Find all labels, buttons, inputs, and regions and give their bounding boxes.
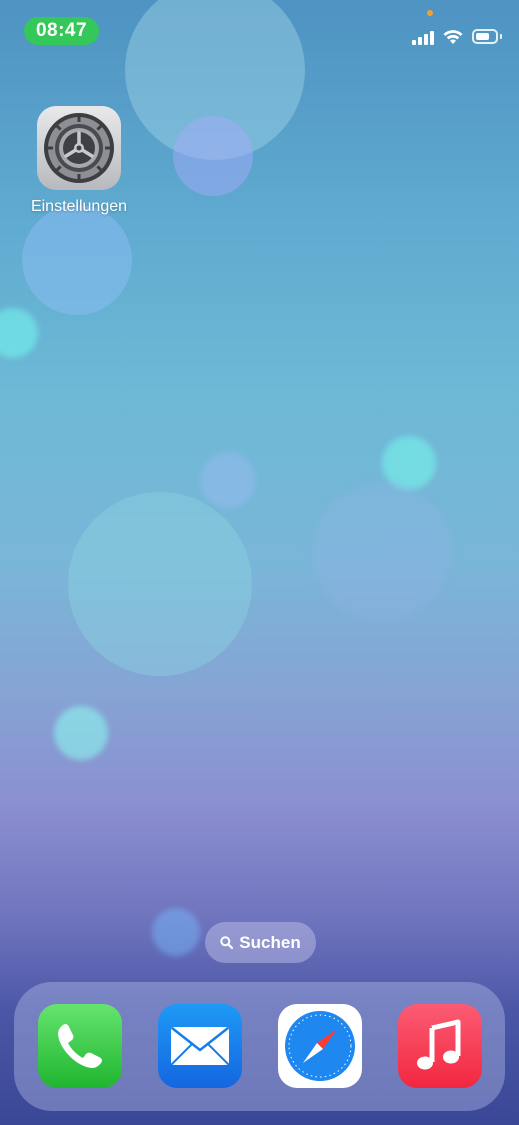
battery-cap — [500, 34, 502, 39]
wallpaper-bokeh — [22, 205, 132, 315]
wallpaper-bokeh — [382, 436, 436, 490]
battery-level — [476, 33, 489, 40]
wifi-icon — [443, 30, 463, 44]
status-bar: 08:47 — [0, 0, 519, 60]
mail-icon — [171, 1027, 229, 1065]
dock-app-phone[interactable] — [38, 1004, 122, 1088]
battery-icon — [472, 29, 498, 44]
wallpaper-bokeh — [173, 116, 253, 196]
wallpaper-bokeh — [68, 492, 252, 676]
privacy-indicator-dot — [427, 10, 433, 16]
cellular-signal-icon — [412, 31, 436, 45]
wallpaper-bokeh — [312, 482, 452, 622]
safari-compass-icon — [285, 1011, 355, 1081]
music-note-icon — [417, 1019, 461, 1070]
search-button[interactable]: Suchen — [205, 922, 316, 963]
wallpaper-bokeh — [152, 908, 200, 956]
search-label: Suchen — [239, 932, 301, 952]
phone-icon — [58, 1024, 102, 1068]
app-settings[interactable]: Einstellungen — [28, 106, 130, 216]
app-settings-label: Einstellungen — [30, 198, 128, 215]
wallpaper-bokeh — [0, 308, 38, 358]
dock-app-safari[interactable] — [278, 1004, 362, 1088]
dock-app-music[interactable] — [398, 1004, 482, 1088]
gear-icon — [37, 106, 121, 190]
wallpaper-bokeh — [200, 452, 256, 508]
dock-app-mail[interactable] — [158, 1004, 242, 1088]
search-icon — [220, 936, 234, 949]
clock-time[interactable]: 08:47 — [24, 17, 99, 45]
wallpaper-bokeh — [54, 706, 108, 760]
